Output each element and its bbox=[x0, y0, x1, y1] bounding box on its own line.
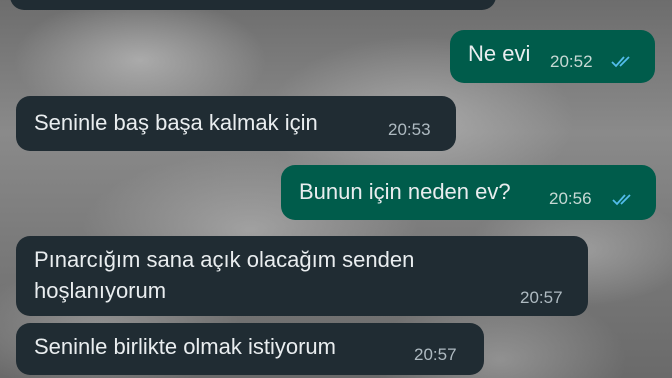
message-text: Seninle birlikte olmak istiyorum bbox=[34, 334, 336, 359]
message-time: 20:56 bbox=[549, 189, 592, 208]
message-text: Ne evi bbox=[468, 41, 531, 66]
message-bubble-outgoing[interactable]: Bunun için neden ev? 20:56 bbox=[281, 165, 656, 220]
message-bubble-incoming[interactable]: Pınarcığım sana açık olacağım senden hoş… bbox=[16, 236, 588, 316]
read-receipt-icon bbox=[612, 194, 631, 206]
read-receipt-icon bbox=[611, 56, 630, 68]
message-text: Bunun için neden ev? bbox=[299, 179, 511, 204]
message-time: 20:52 bbox=[550, 52, 593, 71]
message-bubble-incoming[interactable]: Seninle baş başa kalmak için 20:53 bbox=[16, 96, 456, 151]
message-bubble-incoming[interactable]: Seninle birlikte olmak istiyorum 20:57 bbox=[16, 323, 484, 375]
message-bubble-outgoing[interactable]: Ne evi 20:52 bbox=[450, 30, 655, 83]
message-text-line-2: hoşlanıyorum bbox=[34, 278, 167, 303]
message-time: 20:53 bbox=[388, 120, 431, 139]
message-time: 20:57 bbox=[520, 288, 563, 307]
message-bubble-partial[interactable] bbox=[10, 0, 496, 10]
message-time: 20:57 bbox=[414, 345, 457, 364]
message-text: Seninle baş başa kalmak için bbox=[34, 110, 318, 135]
message-text-line-1: Pınarcığım sana açık olacağım senden bbox=[34, 247, 415, 272]
